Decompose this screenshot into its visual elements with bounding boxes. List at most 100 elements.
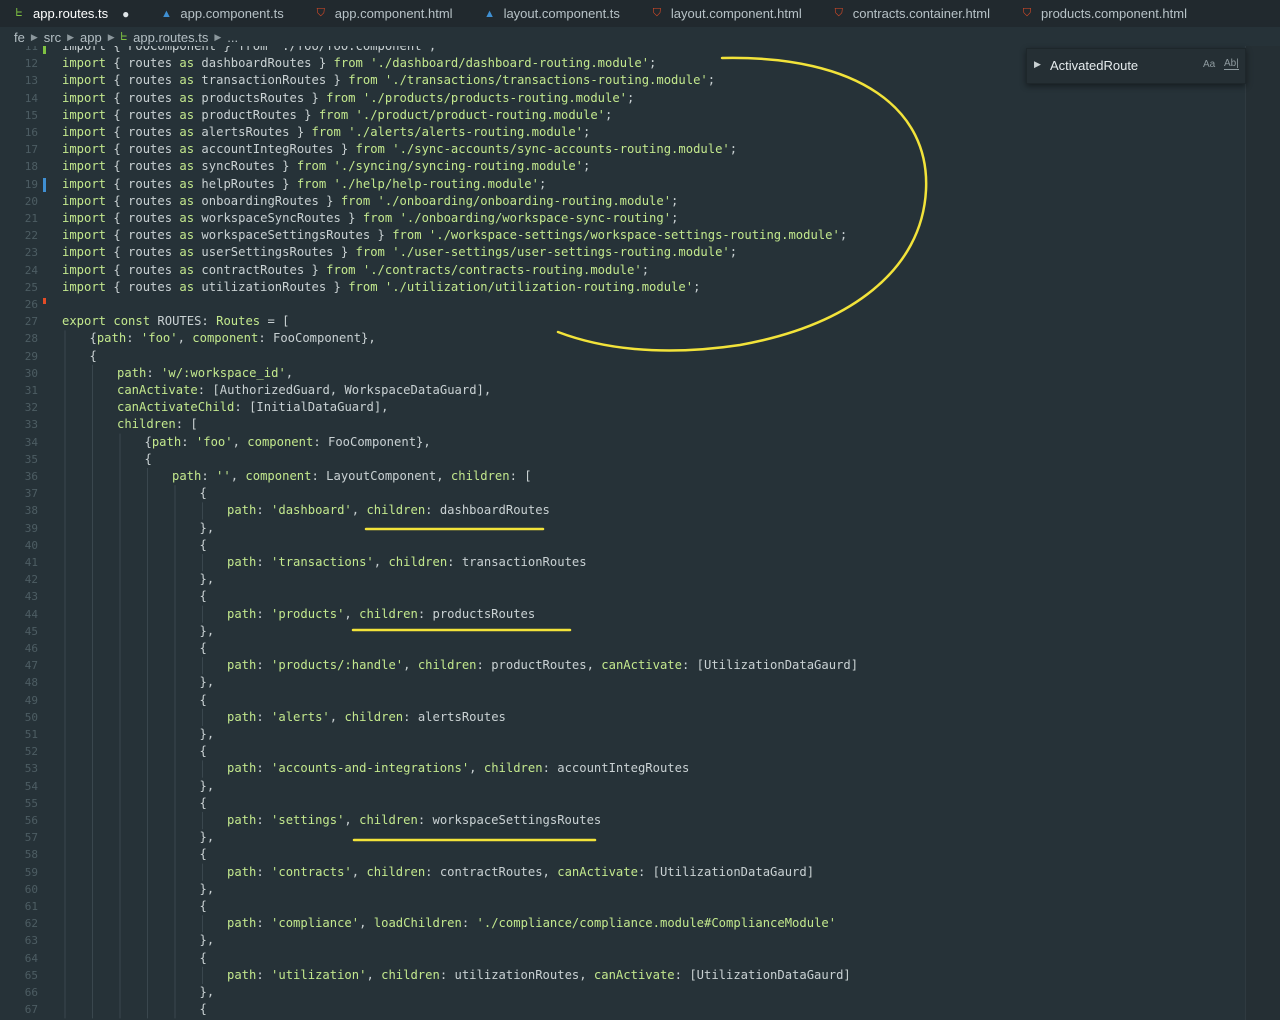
- tab-3[interactable]: ▲ layout.component.ts: [471, 0, 638, 27]
- vertical-scrollbar[interactable]: [1245, 46, 1280, 1020]
- code-token: : productsRoutes: [417, 606, 536, 621]
- code-line[interactable]: 54},: [0, 778, 1245, 795]
- code-line[interactable]: 28 {path: 'foo', component: FooComponent}…: [0, 330, 1245, 347]
- breadcrumb-item[interactable]: app: [80, 30, 102, 45]
- code-line[interactable]: 24 import { routes as contractRoutes } fr…: [0, 262, 1245, 279]
- code-text: path: 'w/:workspace_id',: [117, 365, 293, 382]
- code-line[interactable]: 64 {: [0, 950, 1245, 967]
- code-line[interactable]: 36 path: '', component: LayoutComponent, …: [0, 468, 1245, 485]
- code-line[interactable]: 19 import { routes as helpRoutes } from '…: [0, 176, 1245, 193]
- code-line[interactable]: 23 import { routes as userSettingsRoutes …: [0, 244, 1245, 261]
- code-token: children: [450, 469, 510, 483]
- code-token: },: [199, 675, 215, 690]
- line-number: 29: [24, 349, 38, 363]
- code-token: ;: [693, 279, 701, 294]
- code-line[interactable]: 42},: [0, 571, 1245, 588]
- match-case-toggle[interactable]: Aa: [1203, 59, 1215, 70]
- code-line[interactable]: 17 import { routes as accountIntegRoutes …: [0, 141, 1245, 158]
- code-line[interactable]: 66},: [0, 984, 1245, 1001]
- code-line[interactable]: 50 path: 'alerts', children: alertsRoutes: [0, 709, 1245, 726]
- code-line[interactable]: 35 {: [0, 451, 1245, 468]
- code-line[interactable]: 58 {: [0, 846, 1245, 863]
- find-input[interactable]: ActivatedRoute: [1050, 58, 1138, 73]
- code-line[interactable]: 20 import { routes as onboardingRoutes } …: [0, 193, 1245, 210]
- line-number: 15: [24, 108, 38, 122]
- tab-2[interactable]: ⛉ app.component.html: [302, 0, 471, 27]
- code-token: './syncing/syncing-routing.module': [333, 159, 584, 174]
- code-line[interactable]: 60},: [0, 881, 1245, 898]
- code-line[interactable]: 51},: [0, 726, 1245, 743]
- code-line[interactable]: 63},: [0, 932, 1245, 949]
- code-line[interactable]: 46 {: [0, 640, 1245, 657]
- code-text: path: 'contracts', children: contractRou…: [227, 864, 814, 881]
- find-widget[interactable]: ▶ ActivatedRoute Aa Ab|: [1026, 48, 1246, 84]
- tab-6[interactable]: ⛉ products.component.html: [1008, 0, 1205, 27]
- code-line[interactable]: 59 path: 'contracts', children: contractR…: [0, 864, 1245, 881]
- code-token: as: [179, 176, 195, 191]
- code-line[interactable]: 49 {: [0, 692, 1245, 709]
- code-line[interactable]: 14 import { routes as productsRoutes } fr…: [0, 90, 1245, 107]
- code-line[interactable]: 39},: [0, 520, 1245, 537]
- code-line[interactable]: 43 {: [0, 588, 1245, 605]
- code-line[interactable]: 38 path: 'dashboard', children: dashboard…: [0, 502, 1245, 519]
- code-line[interactable]: 30 path: 'w/:workspace_id',: [0, 365, 1245, 382]
- code-token: :: [256, 761, 272, 776]
- code-line[interactable]: 29 {: [0, 348, 1245, 365]
- code-token: workspaceSyncRoutes }: [194, 211, 363, 225]
- tab-5[interactable]: ⛉ contracts.container.html: [820, 0, 1008, 27]
- code-line[interactable]: 62 path: 'compliance', loadChildren: './c…: [0, 915, 1245, 932]
- code-line[interactable]: 22 import { routes as workspaceSettingsRo…: [0, 227, 1245, 244]
- line-number: 60: [24, 882, 38, 896]
- breadcrumb-item[interactable]: ...: [227, 30, 238, 45]
- code-editor[interactable]: 11 import { FooComponent } from './foo/fo…: [0, 46, 1245, 1020]
- code-line[interactable]: 55 {: [0, 795, 1245, 812]
- code-token: productsRoutes }: [194, 90, 327, 105]
- tab-0[interactable]: ᖶ app.routes.ts ●: [0, 0, 147, 27]
- code-line[interactable]: 31 canActivate: [AuthorizedGuard, Workspa…: [0, 382, 1245, 399]
- code-token: path: [172, 469, 202, 483]
- code-line[interactable]: 32 canActivateChild: [InitialDataGuard],: [0, 399, 1245, 416]
- code-line[interactable]: 40 {: [0, 537, 1245, 554]
- code-line[interactable]: 44 path: 'products', children: productsRo…: [0, 606, 1245, 623]
- code-line[interactable]: 41 path: 'transactions', children: transa…: [0, 554, 1245, 571]
- code-line[interactable]: 16 import { routes as alertsRoutes } from…: [0, 124, 1245, 141]
- code-line[interactable]: 37 {: [0, 485, 1245, 502]
- code-line[interactable]: 45},: [0, 623, 1245, 640]
- breadcrumb-item[interactable]: src: [44, 30, 61, 45]
- html5-icon: ⛉: [1022, 7, 1032, 19]
- toggle-replace-icon[interactable]: ▶: [1034, 59, 1041, 70]
- tab-4[interactable]: ⛉ layout.component.html: [638, 0, 820, 27]
- tab-1[interactable]: ▲ app.component.ts: [147, 0, 301, 27]
- code-token: as: [179, 159, 195, 174]
- code-line[interactable]: 57},: [0, 829, 1245, 846]
- code-line[interactable]: 56 path: 'settings', children: workspaceS…: [0, 812, 1245, 829]
- code-line[interactable]: 53 path: 'accounts-and-integrations', chi…: [0, 760, 1245, 777]
- code-token: ;: [538, 176, 547, 191]
- code-line[interactable]: 34 {path: 'foo', component: FooComponent}…: [0, 434, 1245, 451]
- code-line[interactable]: 18 import { routes as syncRoutes } from '…: [0, 158, 1245, 175]
- code-line[interactable]: 26: [0, 296, 1245, 313]
- whole-word-toggle[interactable]: Ab|: [1224, 58, 1239, 70]
- code-line[interactable]: 33 children: [: [0, 416, 1245, 433]
- code-token: 'accounts-and-integrations': [271, 761, 470, 776]
- angular-ts-icon: ▲: [160, 7, 172, 20]
- code-line[interactable]: 25 import { routes as utilizationRoutes }…: [0, 279, 1245, 296]
- code-line[interactable]: 61 {: [0, 898, 1245, 915]
- code-line[interactable]: 15 import { routes as productRoutes } fro…: [0, 107, 1245, 124]
- breadcrumb-item[interactable]: app.routes.ts: [133, 30, 208, 45]
- code-line[interactable]: 48},: [0, 674, 1245, 691]
- code-token: productRoutes }: [194, 107, 319, 122]
- code-line[interactable]: 47 path: 'products/:handle', children: pr…: [0, 657, 1245, 674]
- code-line[interactable]: 52 {: [0, 743, 1245, 760]
- code-token: :: [461, 916, 477, 931]
- code-line[interactable]: 27 export const ROUTES: Routes = [: [0, 313, 1245, 330]
- code-line[interactable]: 67 {: [0, 1001, 1245, 1018]
- breadcrumb-item[interactable]: fe: [14, 30, 25, 45]
- code-line[interactable]: 21 import { routes as workspaceSyncRoutes…: [0, 210, 1245, 227]
- code-line[interactable]: 65 path: 'utilization', children: utiliza…: [0, 967, 1245, 984]
- code-token: './user-settings/user-settings-routing.m…: [392, 245, 730, 260]
- code-token: from: [318, 107, 349, 122]
- code-token: './contracts/contracts-routing.module': [362, 262, 642, 277]
